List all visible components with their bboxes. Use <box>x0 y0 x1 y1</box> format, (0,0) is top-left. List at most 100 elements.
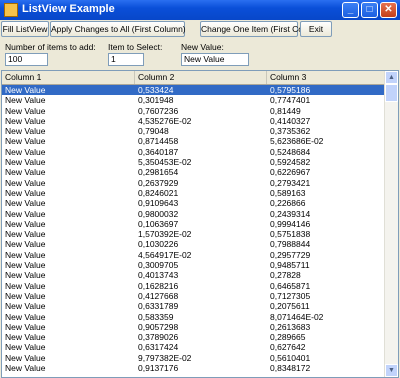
list-item[interactable]: New Value 0,8246021 0,589163 <box>2 188 385 198</box>
list-cell-col2: 0,3789026 <box>138 332 179 343</box>
list-cell-col1: New Value <box>5 146 46 157</box>
scroll-down-icon[interactable]: ▼ <box>385 364 398 377</box>
list-cell-col3: 0,7747401 <box>270 95 311 106</box>
list-cell-col3: 0,6465871 <box>270 280 311 291</box>
list-cell-col1: New Value <box>5 126 46 137</box>
list-cell-col3: 0,627642 <box>270 342 306 353</box>
list-item[interactable]: New Value 0,301948 0,7747401 <box>2 95 385 105</box>
list-cell-col3: 0,289665 <box>270 332 306 343</box>
list-cell-col1: New Value <box>5 198 46 209</box>
list-header: Column 1 Column 2 Column 3 <box>2 71 385 85</box>
list-item[interactable]: New Value 0,3640187 0,5248684 <box>2 147 385 157</box>
list-cell-col1: New Value <box>5 352 46 363</box>
list-cell-col2: 0,533424 <box>138 85 174 95</box>
column-header-1[interactable]: Column 1 <box>2 71 135 84</box>
list-item[interactable]: New Value 0,9057298 0,2613683 <box>2 322 385 332</box>
new-value-label: New Value: <box>181 42 224 52</box>
new-value-input[interactable]: New Value <box>181 53 249 66</box>
list-cell-col2: 0,583359 <box>138 311 174 322</box>
list-cell-col2: 0,4127668 <box>138 290 179 301</box>
list-cell-col2: 0,9137176 <box>138 363 179 374</box>
main-window: ListView Example _ □ ✕ Fill ListView App… <box>0 0 400 378</box>
list-cell-col3: 0,2613683 <box>270 321 311 332</box>
list-cell-col3: 0,5751838 <box>270 229 311 240</box>
list-item[interactable]: New Value 0,4013743 0,27828 <box>2 270 385 280</box>
scroll-up-icon[interactable]: ▲ <box>385 71 398 84</box>
close-button[interactable]: ✕ <box>380 2 397 18</box>
toolbar: Fill ListView Apply Changes to All (Firs… <box>0 20 400 38</box>
listview[interactable]: Column 1 Column 2 Column 3 New Value 0,53… <box>1 70 399 378</box>
list-cell-col2: 9,797382E-02 <box>138 352 192 363</box>
list-cell-col1: New Value <box>5 157 46 168</box>
window-title: ListView Example <box>22 3 115 15</box>
exit-button[interactable]: Exit <box>300 21 332 37</box>
app-icon <box>4 3 18 17</box>
list-item[interactable]: New Value 5,350453E-02 0,5924582 <box>2 157 385 167</box>
list-cell-col2: 0,2637929 <box>138 177 179 188</box>
list-item[interactable]: New Value 0,9137176 0,8348172 <box>2 363 385 373</box>
vertical-scrollbar[interactable]: ▲ ▼ <box>384 71 398 377</box>
list-cell-col2: 0,79048 <box>138 126 169 137</box>
list-item[interactable]: New Value 0,1030226 0,7988844 <box>2 239 385 249</box>
list-cell-col1: New Value <box>5 311 46 322</box>
list-item[interactable]: New Value 0,533424 0,5795186 <box>2 85 385 96</box>
list-item[interactable]: New Value 0,3789026 0,289665 <box>2 332 385 342</box>
list-cell-col1: New Value <box>5 208 46 219</box>
list-cell-col1: New Value <box>5 332 46 343</box>
change-one-item-button[interactable]: Change One Item (First Column) <box>200 21 324 37</box>
list-item[interactable]: New Value 9,797382E-02 0,5610401 <box>2 353 385 363</box>
select-label: Item to Select: <box>108 42 163 52</box>
list-cell-col2: 0,8246021 <box>138 187 179 198</box>
list-cell-col1: New Value <box>5 115 46 126</box>
list-item[interactable]: New Value 0,2981654 0,6226967 <box>2 167 385 177</box>
list-cell-col3: 0,81449 <box>270 105 301 116</box>
list-item[interactable]: New Value 0,7607236 0,81449 <box>2 106 385 116</box>
list-item[interactable]: New Value 0,583359 8,071464E-02 <box>2 312 385 322</box>
list-item[interactable]: New Value 0,4127668 0,7127305 <box>2 291 385 301</box>
list-cell-col3: 0,589163 <box>270 187 306 198</box>
count-input[interactable]: 100 <box>5 53 48 66</box>
list-cell-col2: 0,301948 <box>138 95 174 106</box>
column-header-2[interactable]: Column 2 <box>135 71 267 84</box>
select-input[interactable]: 1 <box>108 53 144 66</box>
apply-changes-all-button[interactable]: Apply Changes to All (First Column) <box>50 21 186 37</box>
list-item[interactable]: New Value 0,9109643 0,226866 <box>2 198 385 208</box>
list-cell-col1: New Value <box>5 167 46 178</box>
list-cell-col3: 0,7127305 <box>270 290 311 301</box>
list-cell-col1: New Value <box>5 187 46 198</box>
list-item[interactable]: New Value 0,8714458 5,623686E-02 <box>2 136 385 146</box>
list-item[interactable]: New Value 0,1063697 0,9994146 <box>2 219 385 229</box>
scroll-thumb[interactable] <box>385 84 398 102</box>
list-item[interactable]: New Value 0,3009705 0,9485711 <box>2 260 385 270</box>
list-cell-col2: 0,1628216 <box>138 280 179 291</box>
list-item[interactable]: New Value 0,1628216 0,6465871 <box>2 281 385 291</box>
list-cell-col2: 0,6331789 <box>138 301 179 312</box>
list-item[interactable]: New Value 0,6317424 0,627642 <box>2 342 385 352</box>
list-item[interactable]: New Value 0,79048 0,3735362 <box>2 126 385 136</box>
minimize-button[interactable]: _ <box>342 2 359 18</box>
list-item[interactable]: New Value 0,6331789 0,2075611 <box>2 301 385 311</box>
list-cell-col1: New Value <box>5 229 46 240</box>
list-cell-col2: 0,6317424 <box>138 342 179 353</box>
list-cell-col2: 0,1030226 <box>138 239 179 250</box>
list-cell-col2: 0,3640187 <box>138 146 179 157</box>
fill-listview-button[interactable]: Fill ListView <box>1 21 49 37</box>
list-cell-col2: 0,9109643 <box>138 198 179 209</box>
list-cell-col3: 0,6226967 <box>270 167 311 178</box>
list-cell-col3: 0,5610401 <box>270 352 311 363</box>
title-bar[interactable]: ListView Example _ □ ✕ <box>0 0 400 20</box>
list-cell-col2: 1,570392E-02 <box>138 229 192 240</box>
list-item[interactable]: New Value 0,9800032 0,2439314 <box>2 209 385 219</box>
column-header-3[interactable]: Column 3 <box>267 71 385 84</box>
list-cell-col1: New Value <box>5 290 46 301</box>
list-item[interactable]: New Value 0,2637929 0,2793421 <box>2 178 385 188</box>
list-cell-col3: 0,2793421 <box>270 177 311 188</box>
list-cell-col3: 0,3735362 <box>270 126 311 137</box>
list-item[interactable]: New Value 4,535276E-02 0,4140327 <box>2 116 385 126</box>
list-cell-col1: New Value <box>5 270 46 281</box>
list-cell-col1: New Value <box>5 301 46 312</box>
list-cell-col2: 0,9057298 <box>138 321 179 332</box>
list-item[interactable]: New Value 1,570392E-02 0,5751838 <box>2 229 385 239</box>
list-item[interactable]: New Value 4,564917E-02 0,2957729 <box>2 250 385 260</box>
maximize-button[interactable]: □ <box>361 2 378 18</box>
